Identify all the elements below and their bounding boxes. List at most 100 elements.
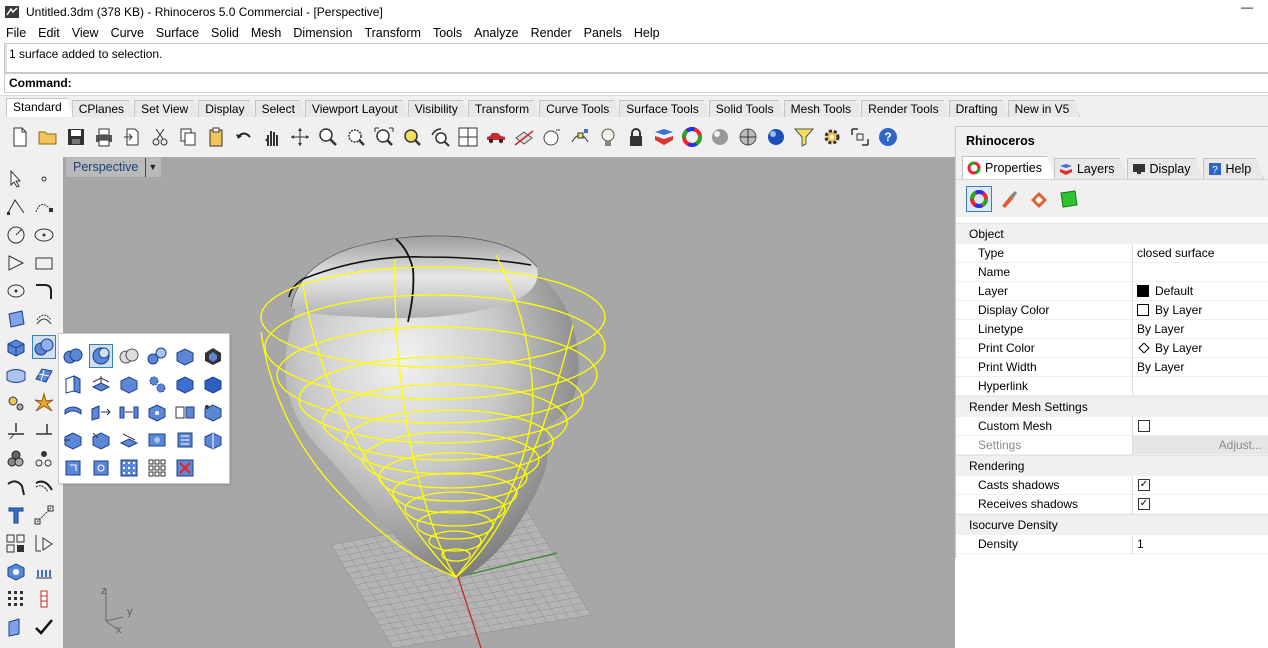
move-edge-icon[interactable] bbox=[117, 400, 141, 424]
orient-icon[interactable] bbox=[32, 531, 56, 555]
point-edit-icon[interactable] bbox=[568, 125, 592, 149]
zoom-window-icon[interactable] bbox=[344, 125, 368, 149]
copy-icon[interactable] bbox=[176, 125, 200, 149]
prop-hyperlink-field[interactable] bbox=[1133, 377, 1268, 396]
explode-icon[interactable] bbox=[32, 391, 56, 415]
curve-from-object-icon[interactable] bbox=[4, 615, 28, 639]
render-icon[interactable] bbox=[764, 125, 788, 149]
grid-points-icon[interactable] bbox=[4, 587, 28, 611]
prop-display-color-select[interactable]: By Layer bbox=[1133, 301, 1268, 320]
extrude-icon[interactable] bbox=[32, 307, 56, 331]
material-icon[interactable] bbox=[708, 125, 732, 149]
four-view-icon[interactable] bbox=[456, 125, 480, 149]
tab-solid-tools[interactable]: Solid Tools bbox=[709, 100, 785, 117]
tab-curve-tools[interactable]: Curve Tools bbox=[539, 100, 620, 117]
tab-viewport-layout[interactable]: Viewport Layout bbox=[305, 100, 409, 117]
light-icon[interactable] bbox=[596, 125, 620, 149]
linear-array-icon[interactable] bbox=[32, 559, 56, 583]
boolean-intersection-icon[interactable] bbox=[117, 344, 141, 368]
gear-icon[interactable] bbox=[145, 372, 169, 396]
tab-mesh-tools[interactable]: Mesh Tools bbox=[784, 100, 862, 117]
tab-standard[interactable]: Standard bbox=[6, 98, 73, 117]
snapshot-icon[interactable] bbox=[848, 125, 872, 149]
menu-surface[interactable]: Surface bbox=[150, 24, 205, 43]
mesh-grid-icon[interactable] bbox=[32, 363, 56, 387]
paste-icon[interactable] bbox=[204, 125, 228, 149]
menu-dimension[interactable]: Dimension bbox=[287, 24, 358, 43]
extrude-face-icon[interactable] bbox=[89, 372, 113, 396]
layer-icon[interactable] bbox=[652, 125, 676, 149]
undo-icon[interactable] bbox=[232, 125, 256, 149]
move-hole-icon[interactable] bbox=[145, 400, 169, 424]
menu-mesh[interactable]: Mesh bbox=[245, 24, 288, 43]
show-icon[interactable] bbox=[540, 125, 564, 149]
check-icon[interactable] bbox=[32, 615, 56, 639]
extrude-closed-icon[interactable] bbox=[61, 428, 85, 452]
boolean-union-icon[interactable] bbox=[61, 344, 85, 368]
arc-icon[interactable] bbox=[4, 251, 28, 275]
solid-box-icon[interactable] bbox=[4, 335, 28, 359]
tab-visibility[interactable]: Visibility bbox=[408, 100, 469, 117]
menu-panels[interactable]: Panels bbox=[578, 24, 628, 43]
circle-icon[interactable] bbox=[4, 223, 28, 247]
tab-display[interactable]: Display bbox=[198, 100, 255, 117]
hide-icon[interactable] bbox=[512, 125, 536, 149]
tab-transform[interactable]: Transform bbox=[468, 100, 540, 117]
move-face-icon[interactable] bbox=[89, 400, 113, 424]
tab-select[interactable]: Select bbox=[255, 100, 306, 117]
options-icon[interactable] bbox=[820, 125, 844, 149]
surface-corner-icon[interactable] bbox=[4, 307, 28, 331]
command-history[interactable]: 1 surface added to selection. bbox=[4, 43, 1268, 73]
prop-density-field[interactable]: 1 bbox=[1133, 535, 1268, 554]
tab-set-view[interactable]: Set View bbox=[134, 100, 199, 117]
object-properties-icon[interactable] bbox=[966, 185, 992, 212]
decal-icon[interactable] bbox=[1056, 186, 1082, 212]
ungroup-icon[interactable] bbox=[32, 447, 56, 471]
rotate-icon[interactable] bbox=[288, 125, 312, 149]
ellipse-icon[interactable] bbox=[32, 223, 56, 247]
open-icon[interactable] bbox=[36, 125, 60, 149]
prop-layer-select[interactable]: Default bbox=[1133, 282, 1268, 301]
prop-name-field[interactable] bbox=[1133, 263, 1268, 282]
grid-dots-icon[interactable] bbox=[117, 456, 141, 480]
solid-box2-icon[interactable] bbox=[173, 372, 197, 396]
group-icon[interactable] bbox=[4, 447, 28, 471]
menu-help[interactable]: Help bbox=[628, 24, 666, 43]
filter-icon[interactable] bbox=[792, 125, 816, 149]
car-icon[interactable] bbox=[484, 125, 508, 149]
offset-icon[interactable] bbox=[32, 475, 56, 499]
array-icon[interactable] bbox=[4, 531, 28, 555]
zoom-extents-icon[interactable] bbox=[372, 125, 396, 149]
extract-surface-icon[interactable] bbox=[61, 372, 85, 396]
box-edit-icon[interactable] bbox=[61, 456, 85, 480]
cut-icon[interactable] bbox=[148, 125, 172, 149]
select-arrow-icon[interactable] bbox=[4, 167, 28, 191]
create-solid-icon[interactable] bbox=[201, 428, 225, 452]
casts-shadows-checkbox[interactable]: ✓ bbox=[1138, 479, 1150, 491]
point-icon[interactable] bbox=[32, 167, 56, 191]
prop-print-width-select[interactable]: By Layer bbox=[1133, 358, 1268, 377]
rotate-view-icon[interactable] bbox=[428, 125, 452, 149]
material-brush-icon[interactable] bbox=[996, 186, 1022, 212]
menu-file[interactable]: File bbox=[0, 24, 32, 43]
dimension-icon[interactable] bbox=[32, 503, 56, 527]
adjust-button[interactable]: Adjust... bbox=[1133, 436, 1268, 455]
import-icon[interactable] bbox=[120, 125, 144, 149]
solid-fillet-icon[interactable] bbox=[201, 344, 225, 368]
texture-mapping-icon[interactable] bbox=[1026, 186, 1052, 212]
tab-properties[interactable]: Properties bbox=[962, 156, 1055, 179]
boolean-union-icon[interactable] bbox=[32, 335, 56, 359]
prop-linetype-select[interactable]: By Layer bbox=[1133, 320, 1268, 339]
zoom-icon[interactable] bbox=[316, 125, 340, 149]
menu-render[interactable]: Render bbox=[525, 24, 578, 43]
delete-solid-icon[interactable] bbox=[173, 456, 197, 480]
boolean-split-icon[interactable] bbox=[145, 344, 169, 368]
cap-icon[interactable] bbox=[145, 428, 169, 452]
text-icon[interactable] bbox=[4, 503, 28, 527]
shell-icon[interactable] bbox=[173, 428, 197, 452]
split-face-icon[interactable] bbox=[173, 400, 197, 424]
tab-layers[interactable]: Layers bbox=[1054, 158, 1128, 179]
taper-icon[interactable] bbox=[61, 400, 85, 424]
save-icon[interactable] bbox=[64, 125, 88, 149]
tab-display[interactable]: Display bbox=[1127, 158, 1204, 179]
